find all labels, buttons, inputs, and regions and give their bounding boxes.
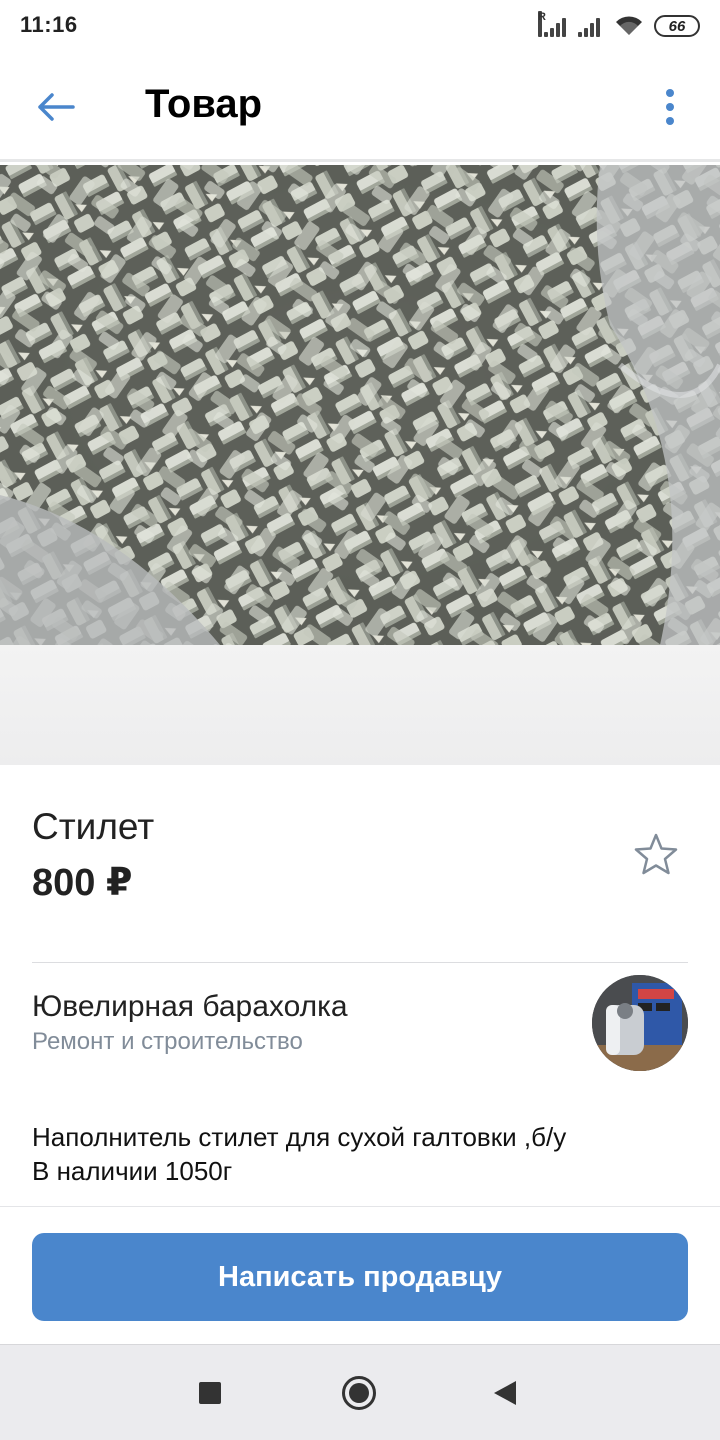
seller-avatar-image	[592, 975, 688, 1071]
roaming-label: R	[538, 11, 546, 37]
description-line: Наполнитель стилет для сухой галтовки ,б…	[32, 1122, 567, 1152]
recent-apps-icon[interactable]	[199, 1382, 221, 1404]
wifi-icon	[616, 16, 642, 35]
status-bar: 11:16 R 66	[0, 0, 720, 52]
status-time: 11:16	[20, 12, 78, 37]
battery-icon: 66	[654, 15, 700, 37]
signal-icon	[576, 15, 604, 37]
battery-level: 66	[668, 17, 686, 35]
image-gallery-area	[0, 645, 720, 765]
bottom-action-bar: Написать продавцу	[0, 1206, 720, 1344]
product-photo[interactable]	[0, 165, 720, 645]
seller-avatar[interactable]	[592, 975, 688, 1071]
signal-roaming-icon: R	[538, 11, 566, 37]
back-triangle-icon[interactable]	[494, 1381, 516, 1405]
status-icons: R 66	[538, 11, 700, 40]
star-outline-icon	[634, 833, 678, 875]
product-price: 800 ₽	[32, 862, 133, 904]
home-icon[interactable]	[342, 1376, 376, 1410]
app-header: Товар	[0, 52, 720, 162]
arrow-left-icon	[38, 93, 75, 121]
system-nav-bar	[0, 1344, 720, 1440]
contact-seller-button[interactable]: Написать продавцу	[32, 1233, 688, 1321]
page-title: Товар	[145, 82, 263, 126]
more-vertical-icon	[666, 89, 674, 125]
favorite-button[interactable]	[630, 828, 682, 880]
product-name: Стилет	[32, 806, 155, 847]
product-description: Наполнитель стилет для сухой галтовки ,б…	[32, 1120, 688, 1188]
seller-category: Ремонт и строительство	[32, 1028, 303, 1055]
description-line: В наличии 1050г	[32, 1156, 233, 1186]
more-options-button[interactable]	[650, 82, 690, 132]
seller-name[interactable]: Ювелирная барахолка	[32, 990, 348, 1024]
back-button[interactable]	[30, 82, 80, 132]
divider	[32, 962, 688, 963]
product-photo-image	[0, 165, 720, 645]
